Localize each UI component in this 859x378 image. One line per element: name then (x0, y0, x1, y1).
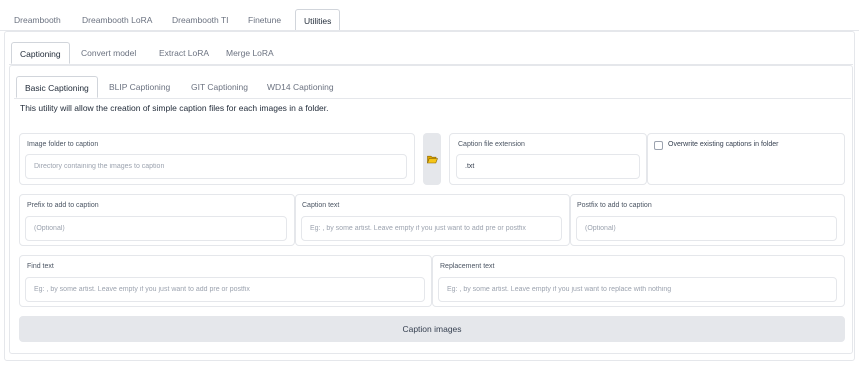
caption-ext-input[interactable] (456, 154, 640, 179)
tab-extract-lora[interactable]: Extract LoRA (151, 42, 217, 64)
find-text-label: Find text (27, 263, 54, 270)
tab-dreambooth[interactable]: Dreambooth (6, 9, 69, 31)
tab-basic-captioning[interactable]: Basic Captioning (16, 76, 98, 98)
tab-dreambooth-lora[interactable]: Dreambooth LoRA (74, 9, 160, 31)
caption-tab-bar: Basic Captioning BLIP Captioning GIT Cap… (0, 76, 859, 98)
folder-open-button[interactable] (423, 133, 441, 185)
caption-images-button[interactable]: Caption images (19, 316, 845, 342)
tab-convert-model[interactable]: Convert model (73, 42, 144, 64)
overwrite-checkbox[interactable] (654, 141, 663, 150)
tab-dreambooth-ti[interactable]: Dreambooth TI (164, 9, 237, 31)
prefix-input[interactable] (25, 216, 287, 241)
caption-tab-divider (14, 98, 851, 99)
tab-utilities[interactable]: Utilities (295, 9, 341, 31)
caption-ext-label: Caption file extension (458, 141, 525, 148)
tab-merge-lora[interactable]: Merge LoRA (218, 42, 282, 64)
image-folder-input[interactable] (25, 154, 407, 179)
overwrite-label: Overwrite existing captions in folder (668, 141, 779, 148)
postfix-input[interactable] (576, 216, 837, 241)
image-folder-label: Image folder to caption (27, 141, 99, 148)
tab-finetune[interactable]: Finetune (240, 9, 289, 31)
folder-open-icon (426, 155, 438, 163)
tab-captioning[interactable]: Captioning (11, 42, 70, 64)
tab-blip-captioning[interactable]: BLIP Captioning (101, 76, 178, 98)
main-tab-bar: Dreambooth Dreambooth LoRA Dreambooth TI… (0, 9, 859, 31)
find-text-input[interactable] (25, 277, 425, 302)
prefix-label: Prefix to add to caption (27, 202, 99, 209)
tab-wd14-captioning[interactable]: WD14 Captioning (259, 76, 342, 98)
postfix-label: Postfix to add to caption (577, 202, 652, 209)
replacement-text-label: Replacement text (440, 263, 495, 270)
caption-text-label: Caption text (302, 202, 340, 209)
utility-description: This utility will allow the creation of … (20, 103, 329, 113)
replacement-text-input[interactable] (438, 277, 837, 302)
tab-git-captioning[interactable]: GIT Captioning (183, 76, 256, 98)
utility-tab-bar: Captioning Convert model Extract LoRA Me… (0, 42, 859, 64)
caption-text-input[interactable] (301, 216, 562, 241)
